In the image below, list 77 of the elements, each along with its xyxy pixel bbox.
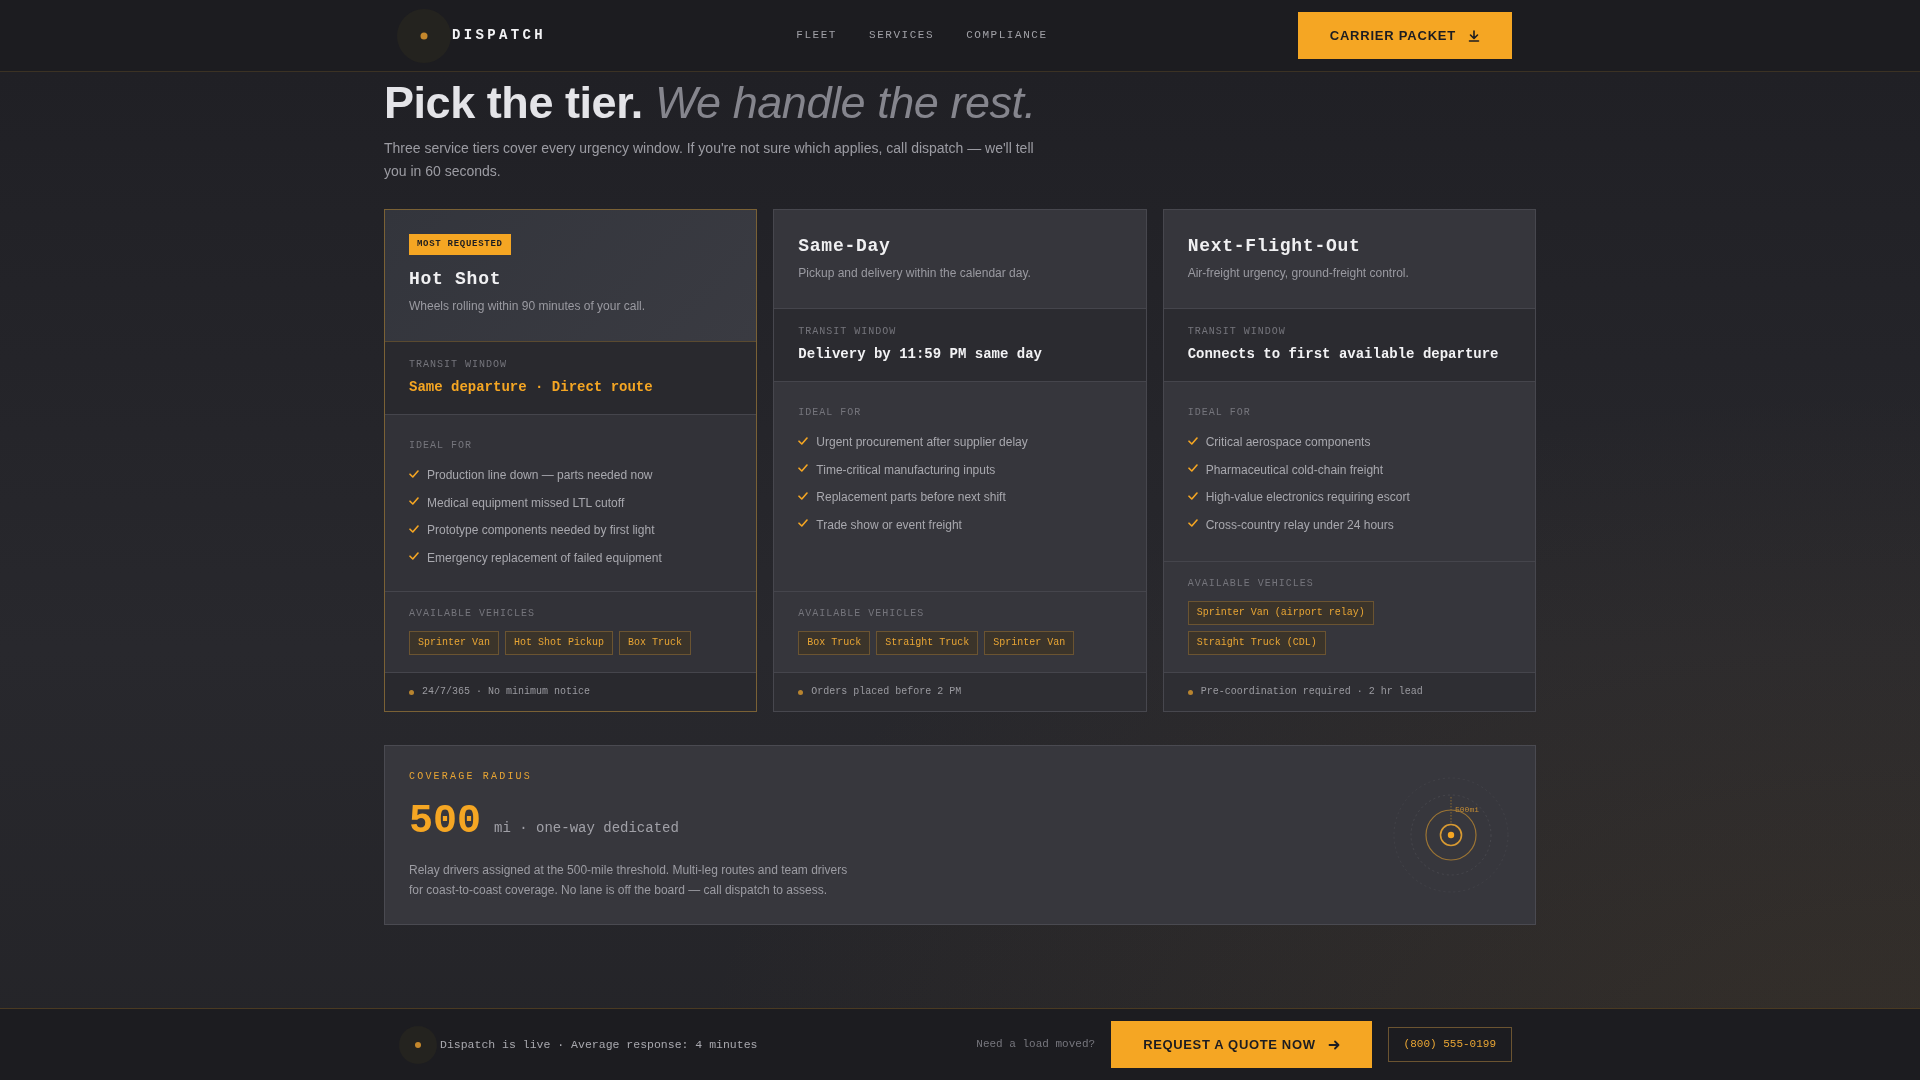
section-label: AVAILABLE VEHICLES [409,607,537,620]
nav-link[interactable]: SERVICES [869,27,935,44]
vehicle-tag: Sprinter Van [409,630,499,655]
transit-window: Connects to first available departure [1187,344,1511,364]
tier-note: Orders placed before 2 PM [811,685,962,699]
ideal-for-item: High-value electronics requiring escort [1205,489,1410,506]
section-label: TRANSIT WINDOW [409,359,508,371]
ideal-for-item: Production line down — parts needed now [427,467,653,484]
vehicle-tag: Straight Truck (CDL) [1187,630,1326,655]
vehicle-tag: Sprinter Van [984,630,1075,655]
check-icon [409,497,419,505]
phone-button[interactable]: (800) 555-0199 [1387,1027,1512,1062]
tier-name: Same-Day [798,235,891,258]
nav-link[interactable]: FLEET [796,27,837,44]
ideal-for-item: Pharmaceutical cold-chain freight [1205,461,1384,479]
download-icon [1468,29,1480,42]
tier-description: Wheels rolling within 90 minutes of your call. [409,298,646,315]
ideal-for-item: Emergency replacement of failed equipment [427,549,662,567]
coverage-label: COVERAGE RADIUS [409,769,533,784]
ideal-for-item: Critical aerospace components [1205,434,1371,451]
tier-badge: MOST REQUESTED [409,234,511,255]
nav-link[interactable]: COMPLIANCE [966,27,1048,44]
live-status: Dispatch is live · Average response: 4 minutes [440,1036,758,1053]
tier-note: Pre-coordination required · 2 hr lead [1200,685,1423,699]
footer-prompt: Need a load moved? [976,1037,1096,1053]
coverage-value: 500 [409,799,481,844]
ideal-for-item: Time-critical manufacturing inputs [816,461,996,479]
section-label: AVAILABLE VEHICLES [1187,577,1315,590]
check-icon [798,436,809,445]
tier-description: Pickup and delivery within the calendar day. [798,265,1031,282]
vehicle-tag: Box Truck [619,630,692,655]
vehicle-tag: Hot Shot Pickup [505,630,614,655]
transit-window: Delivery by 11:59 PM same day [798,344,1122,364]
check-icon [1187,519,1198,527]
section-label: IDEAL FOR [798,407,863,419]
vehicle-tag: Box Truck [798,630,871,655]
ideal-for-item: Replacement parts before next shift [816,489,1006,506]
status-dot-icon [798,690,804,695]
ideal-for-item: Prototype components needed by first light [427,522,655,539]
vehicle-tag: Straight Truck [876,630,979,655]
ideal-for-item: Trade show or event freight [816,516,962,534]
check-icon [1187,436,1198,445]
ideal-for-item: Urgent procurement after supplier delay [816,434,1028,451]
tier-name: Hot Shot [409,268,502,291]
status-dot-icon [1187,690,1193,695]
request-quote-button[interactable]: REQUEST A QUOTE NOW [1111,1021,1372,1068]
arrow-right-icon [1327,1038,1340,1051]
check-icon [409,524,419,533]
status-dot-icon [409,690,414,695]
tier-name: Next-Flight-Out [1187,235,1361,258]
section-label: TRANSIT WINDOW [798,326,898,338]
coverage-unit: mi · one-way dedicated [494,818,679,838]
live-dot-icon [398,1024,438,1065]
page-heading: Pick the tier. We handle the rest. [384,80,1037,125]
intro-text: Three service tiers cover every urgency window. If you're not sure which applies, call dispatch — we'll tell you in 60 seconds. [384,139,1035,181]
check-icon [409,552,419,560]
vehicle-tag: Sprinter Van (airport relay) [1187,600,1374,625]
tier-note: 24/7/365 · No minimum notice [422,685,591,699]
coverage-description: Relay drivers assigned at the 500-mile threshold. Multi-leg routes and team drivers for coast-to-coast coverage. No lane is off the board — call dispatch to assess. [409,861,849,899]
check-icon [798,491,809,500]
logo-dot-icon [396,7,452,64]
radius-label: 500mi [1455,804,1479,815]
check-icon [798,519,809,527]
tier-description: Air-freight urgency, ground-freight control. [1187,265,1409,282]
ideal-for-item: Cross-country relay under 24 hours [1205,516,1394,534]
ideal-for-item: Medical equipment missed LTL cutoff [427,494,625,512]
section-label: IDEAL FOR [409,440,473,452]
section-label: IDEAL FOR [1187,407,1252,419]
section-label: AVAILABLE VEHICLES [798,607,926,620]
carrier-packet-button[interactable]: CARRIER PACKET [1297,12,1512,59]
transit-window: Same departure · Direct route [409,377,733,397]
check-icon [1187,464,1198,472]
check-icon [409,469,419,478]
section-label: TRANSIT WINDOW [1187,326,1287,338]
brand-name: DISPATCH [452,26,547,45]
check-icon [1187,491,1198,500]
check-icon [798,464,809,472]
